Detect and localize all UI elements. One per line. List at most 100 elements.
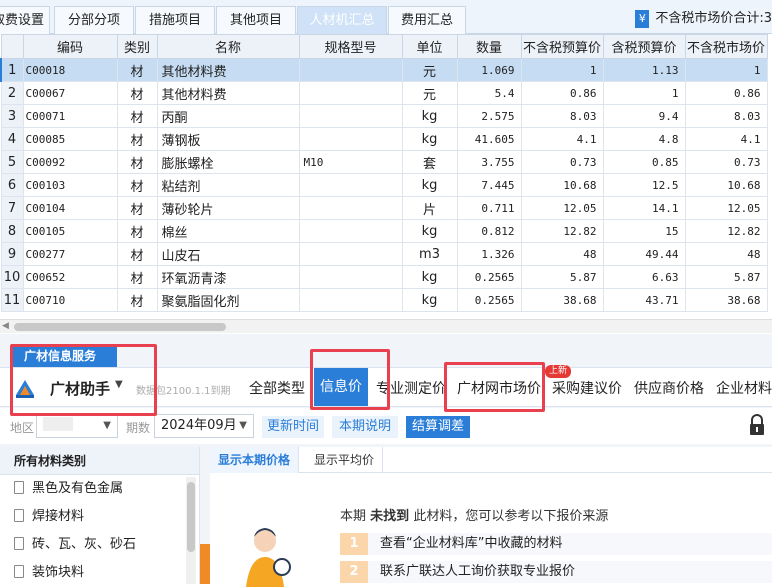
cell-p2[interactable]: 12.5 [602, 173, 686, 197]
table-row[interactable]: 10 C00652 材环氧沥青漆 kg 0.2565 5.87 6.63 5.87 [0, 265, 768, 289]
cell-unit[interactable]: 片 [401, 196, 458, 220]
cell-n[interactable]: 10 [0, 265, 24, 289]
cell-spec[interactable] [298, 288, 403, 312]
table-row[interactable]: 4 C00085 材薄钢板 kg 41.605 4.1 4.8 4.1 [0, 127, 768, 151]
cell-p1[interactable]: 0.73 [520, 150, 604, 174]
cell-n[interactable]: 8 [0, 219, 24, 243]
cell-qty[interactable]: 0.812 [456, 219, 522, 243]
cell-p1[interactable]: 5.87 [520, 265, 604, 289]
cell-unit[interactable]: kg [401, 104, 458, 128]
cell-p3[interactable]: 5.87 [684, 265, 768, 289]
scrollbar-thumb[interactable] [187, 482, 195, 552]
cell-code[interactable]: C00085 [22, 127, 118, 151]
category-item[interactable]: 装饰块料 [0, 559, 199, 587]
cell-p2[interactable]: 43.71 [602, 288, 686, 312]
cell-unit[interactable]: kg [401, 219, 458, 243]
cell-cat[interactable]: 材 [116, 173, 158, 197]
cell-n[interactable]: 2 [0, 81, 24, 105]
cell-spec[interactable] [298, 242, 403, 266]
cell-p3[interactable]: 0.86 [684, 81, 768, 105]
region-select[interactable]: ▼ [36, 414, 118, 438]
tab-labor-material-summary[interactable]: 人材机汇总 [297, 6, 387, 34]
cell-name[interactable]: 粘结剂 [156, 173, 300, 197]
cell-p3[interactable]: 12.05 [684, 196, 768, 220]
cell-qty[interactable]: 2.575 [456, 104, 522, 128]
cell-p1[interactable]: 38.68 [520, 288, 604, 312]
table-row[interactable]: 6 C00103 材粘结剂 kg 7.445 10.68 12.5 10.68 [0, 173, 768, 197]
cell-n[interactable]: 4 [0, 127, 24, 151]
cell-code[interactable]: C00018 [22, 58, 118, 82]
cell-p1[interactable]: 12.82 [520, 219, 604, 243]
cell-n[interactable]: 7 [0, 196, 24, 220]
table-row[interactable]: 8 C00105 材棉丝 kg 0.812 12.82 15 12.82 [0, 219, 768, 243]
tab-current-price[interactable]: 显示本期价格 [210, 447, 300, 473]
cell-qty[interactable]: 5.4 [456, 81, 522, 105]
cell-unit[interactable]: kg [401, 127, 458, 151]
table-row[interactable]: 3 C00071 材丙酮 kg 2.575 8.03 9.4 8.03 [0, 104, 768, 128]
cell-p2[interactable]: 15 [602, 219, 686, 243]
cell-spec[interactable] [298, 127, 403, 151]
cell-cat[interactable]: 材 [116, 196, 158, 220]
table-row[interactable]: 11 C00710 材聚氨脂固化剂 kg 0.2565 38.68 43.71 38.68 [0, 288, 768, 312]
cell-qty[interactable]: 1.326 [456, 242, 522, 266]
cell-unit[interactable]: kg [401, 288, 458, 312]
cell-p3[interactable]: 10.68 [684, 173, 768, 197]
col-header-spec[interactable]: 规格型号 [298, 34, 403, 59]
cell-spec[interactable] [298, 219, 403, 243]
lock-icon[interactable] [748, 414, 766, 436]
cell-name[interactable]: 薄钢板 [156, 127, 300, 151]
cell-code[interactable]: C00103 [22, 173, 118, 197]
cell-name[interactable]: 山皮石 [156, 242, 300, 266]
cell-name[interactable]: 棉丝 [156, 219, 300, 243]
cell-spec[interactable] [298, 58, 403, 82]
cell-qty[interactable]: 0.711 [456, 196, 522, 220]
nav-tab-enterprise-material[interactable]: 企业材料 [716, 378, 772, 398]
collapse-handle[interactable] [200, 544, 210, 584]
horizontal-scrollbar[interactable]: ◀ [0, 319, 772, 333]
cell-p1[interactable]: 12.05 [520, 196, 604, 220]
cell-cat[interactable]: 材 [116, 104, 158, 128]
cell-p2[interactable]: 1.13 [602, 58, 686, 82]
cell-name[interactable]: 其他材料费 [156, 81, 300, 105]
cell-name[interactable]: 丙酮 [156, 104, 300, 128]
cell-code[interactable]: C00071 [22, 104, 118, 128]
cell-cat[interactable]: 材 [116, 265, 158, 289]
cell-name[interactable]: 膨胀螺栓 [156, 150, 300, 174]
cell-code[interactable]: C00092 [22, 150, 118, 174]
cell-p2[interactable]: 9.4 [602, 104, 686, 128]
cell-p2[interactable]: 4.8 [602, 127, 686, 151]
nav-tab-procurement-price[interactable]: 采购建议价 [552, 378, 622, 398]
tab-measures[interactable]: 措施项目 [135, 6, 215, 34]
table-row[interactable]: 5 C00092 材膨胀螺栓 M10 套 3.755 0.73 0.85 0.73 [0, 150, 768, 174]
cell-p2[interactable]: 0.85 [602, 150, 686, 174]
settle-adjust-button[interactable]: 结算调差 [406, 416, 470, 438]
table-row[interactable]: 2 C00067 材其他材料费元 5.4 0.86 1 0.86 [0, 81, 768, 105]
cell-p3[interactable]: 0.73 [684, 150, 768, 174]
period-select[interactable]: 2024年09月 ▼ [154, 414, 254, 438]
cell-unit[interactable]: m3 [401, 242, 458, 266]
cell-unit[interactable]: 元 [401, 58, 458, 82]
tab-average-price[interactable]: 显示平均价 [306, 447, 384, 473]
cell-spec[interactable] [298, 265, 403, 289]
cell-p3[interactable]: 48 [684, 242, 768, 266]
cell-unit[interactable]: kg [401, 173, 458, 197]
col-header-quantity[interactable]: 数量 [456, 34, 522, 59]
cell-p3[interactable]: 4.1 [684, 127, 768, 151]
cell-name[interactable]: 薄砂轮片 [156, 196, 300, 220]
cell-p2[interactable]: 6.63 [602, 265, 686, 289]
scroll-left-arrow-icon[interactable]: ◀ [2, 321, 9, 331]
cell-code[interactable]: C00710 [22, 288, 118, 312]
cell-p1[interactable]: 0.86 [520, 81, 604, 105]
nav-tab-all-types[interactable]: 全部类型 [249, 378, 305, 398]
cell-p3[interactable]: 1 [684, 58, 768, 82]
cell-p2[interactable]: 1 [602, 81, 686, 105]
col-header-budget-price-incl-tax[interactable]: 含税预算价 [602, 34, 686, 59]
cell-name[interactable]: 环氧沥青漆 [156, 265, 300, 289]
cell-spec[interactable] [298, 196, 403, 220]
tab-cost-summary[interactable]: 费用汇总 [388, 6, 466, 34]
col-header-market-price-excl-tax[interactable]: 不含税市场价 [684, 34, 768, 59]
cell-n[interactable]: 1 [0, 58, 24, 82]
cell-cat[interactable]: 材 [116, 242, 158, 266]
cell-qty[interactable]: 0.2565 [456, 265, 522, 289]
cell-name[interactable]: 聚氨脂固化剂 [156, 288, 300, 312]
